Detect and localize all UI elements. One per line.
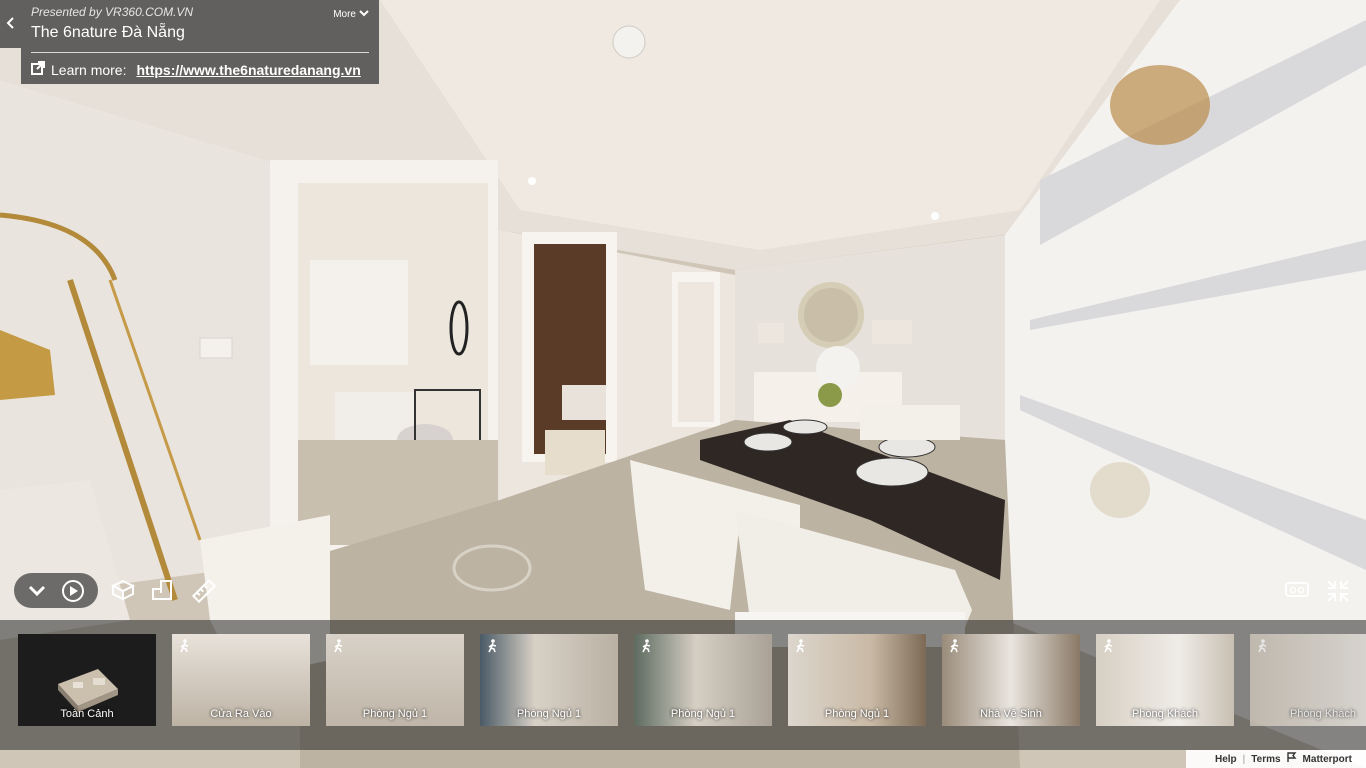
thumbnail-item[interactable]: Phòng Khách (1250, 634, 1366, 726)
ruler-icon[interactable] (192, 579, 216, 603)
walk-icon (1257, 639, 1269, 658)
tour-title: The 6nature Đà Nẵng (31, 24, 185, 41)
chevron-down-icon (359, 9, 369, 20)
tour-controls (14, 573, 98, 608)
vr-headset-icon[interactable] (1285, 579, 1309, 599)
highlight-reel: Toàn Cảnh Cửa Ra Vào Phòng Ngủ 1 Phòng N… (0, 620, 1366, 750)
thumbnail-label: Phòng Ngủ 1 (824, 708, 890, 720)
walk-icon (795, 639, 807, 658)
exit-fullscreen-icon[interactable] (1326, 579, 1350, 603)
external-link-icon (31, 61, 45, 78)
thumbnail-label: Phòng Khách (1289, 708, 1357, 720)
walk-icon (641, 639, 653, 658)
presented-by-text: Presented by VR360.COM.VN (31, 5, 194, 19)
walk-icon (949, 639, 961, 658)
terms-link[interactable]: Terms (1251, 754, 1280, 765)
thumbnail-item[interactable]: Phòng Ngủ 1 (788, 634, 926, 726)
matterport-link[interactable]: Matterport (1303, 754, 1352, 765)
thumbnail-label: Cửa Ra Vào (210, 708, 272, 720)
footer-bar: Help | Terms Matterport (1186, 750, 1366, 768)
thumbnail-item[interactable]: Phòng Ngủ 1 (326, 634, 464, 726)
dollhouse-icon[interactable] (111, 579, 135, 601)
chevron-left-icon (6, 16, 16, 32)
thumbnail-label: Toàn Cảnh (60, 708, 114, 720)
walk-icon (333, 639, 345, 658)
thumbnail-item[interactable]: Phòng Khách (1096, 634, 1234, 726)
thumbnail-label: Phòng Ngủ 1 (516, 708, 582, 720)
thumbnail-item[interactable]: Phòng Ngủ 1 (480, 634, 618, 726)
thumbnail-label: Phòng Ngủ 1 (362, 708, 428, 720)
more-button[interactable]: More (333, 9, 369, 20)
info-panel: Presented by VR360.COM.VN More The 6natu… (21, 0, 379, 84)
learn-more-row: Learn more: https://www.the6naturedanang… (31, 61, 361, 78)
thumbnail-label: Phòng Khách (1131, 708, 1199, 720)
chevron-down-icon[interactable] (27, 584, 47, 598)
thumbnail-item[interactable]: Cửa Ra Vào (172, 634, 310, 726)
more-label: More (333, 9, 356, 20)
help-link[interactable]: Help (1215, 754, 1237, 765)
thumbnail-label: Phòng Ngủ 1 (670, 708, 736, 720)
walk-icon (1103, 639, 1115, 658)
walk-icon (179, 639, 191, 658)
learn-more-link[interactable]: https://www.the6naturedanang.vn (136, 62, 360, 78)
thumbnail-item[interactable]: Toàn Cảnh (18, 634, 156, 726)
walk-icon (487, 639, 499, 658)
thumbnail-label: Nhà Vệ Sinh (980, 708, 1042, 720)
thumbnail-item[interactable]: Phòng Ngủ 1 (634, 634, 772, 726)
divider (31, 52, 369, 53)
footer-separator: | (1242, 753, 1246, 765)
floorplan-icon[interactable] (151, 579, 173, 601)
play-icon[interactable] (61, 579, 85, 603)
learn-more-label: Learn more: (51, 61, 127, 78)
collapse-panel-button[interactable] (0, 0, 21, 48)
thumbnail-item[interactable]: Nhà Vệ Sinh (942, 634, 1080, 726)
flag-icon (1286, 752, 1297, 766)
